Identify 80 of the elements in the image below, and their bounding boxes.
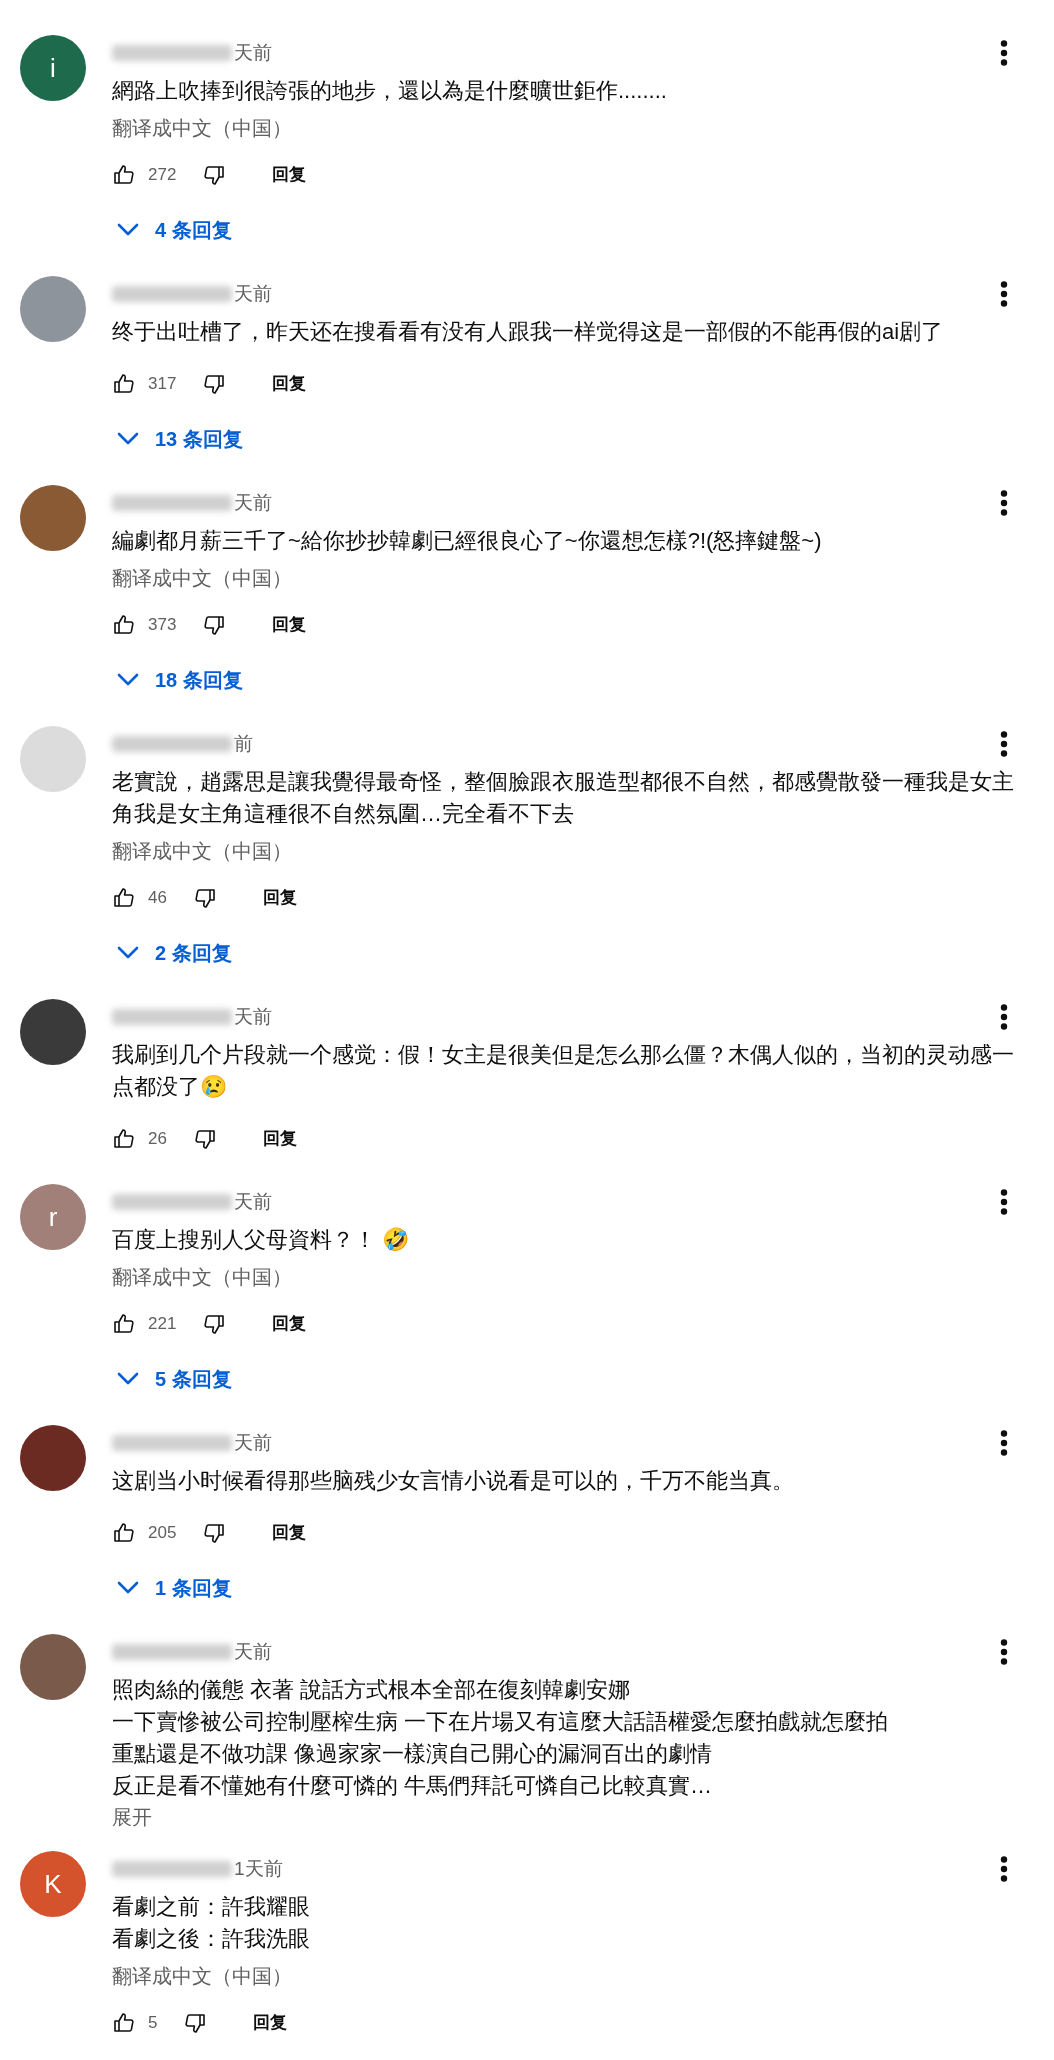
reply-button[interactable]: 回复 (272, 612, 307, 638)
reply-button[interactable]: 回复 (272, 371, 307, 397)
view-replies-button[interactable]: 5 条回复 (112, 1354, 232, 1404)
thumbs-up-icon[interactable] (112, 163, 136, 187)
more-options-icon[interactable] (1000, 40, 1008, 66)
thumbs-up-icon[interactable] (112, 1312, 136, 1336)
thumbs-down-icon[interactable] (202, 163, 227, 187)
like-count: 272 (148, 164, 177, 187)
thumbs-down-icon[interactable] (192, 1127, 217, 1151)
reply-button[interactable]: 回复 (272, 1520, 307, 1546)
comment-text: 編劇都月薪三千了~給你抄抄韓劇已經很良心了~你還想怎樣?!(怒摔鍵盤~) (112, 527, 822, 555)
comment-text: 老實說，趙露思是讓我覺得最奇怪，整個臉跟衣服造型都很不自然，都感覺散發一種我是女主 角我是女主角這種很不自然氛圍…完全看不下去 (112, 768, 1014, 828)
comment-text: 终于出吐槽了，昨天还在搜看看有没有人跟我一样觉得这是一部假的不能再假的ai剧了 (112, 318, 944, 346)
thumbs-down-icon[interactable] (202, 613, 227, 637)
more-options-icon[interactable] (1000, 731, 1008, 757)
more-options-icon[interactable] (1000, 1004, 1008, 1030)
thumbs-up-icon[interactable] (112, 613, 136, 637)
more-options-icon[interactable] (1000, 1430, 1008, 1456)
like-count: 46 (148, 887, 167, 910)
thumbs-up-icon[interactable] (112, 1521, 136, 1545)
avatar[interactable]: K (20, 1851, 86, 1917)
thumbs-up-icon[interactable] (112, 372, 136, 396)
thumbs-up-icon[interactable] (112, 2011, 136, 2035)
view-replies-button[interactable]: 13 条回复 (112, 414, 243, 464)
comment-time: 天前 (234, 40, 272, 65)
view-replies-button[interactable]: 1 条回复 (112, 1563, 232, 1613)
translate-link[interactable]: 翻译成中文（中国） (112, 832, 292, 870)
view-replies-button[interactable]: 18 条回复 (112, 655, 243, 705)
more-options-icon[interactable] (1000, 281, 1008, 307)
like-count: 205 (148, 1522, 177, 1545)
translate-link[interactable]: 翻译成中文（中国） (112, 1957, 292, 1995)
thumbs-up-icon[interactable] (112, 1127, 136, 1151)
show-more-link[interactable]: 展开 (112, 1804, 152, 1830)
more-options-icon[interactable] (1000, 490, 1008, 516)
view-replies-button[interactable]: 2 条回复 (112, 928, 232, 978)
reply-button[interactable]: 回复 (262, 885, 297, 911)
comment-text: 網路上吹捧到很誇張的地步，還以為是什麼曠世鉅作........ (112, 77, 667, 105)
reply-button[interactable]: 回复 (262, 1126, 297, 1152)
like-count: 373 (148, 614, 177, 637)
thumbs-up-icon[interactable] (112, 886, 136, 910)
chevron-down-icon (117, 1372, 139, 1386)
comment-time: 天前 (234, 1639, 272, 1664)
thumbs-down-icon[interactable] (202, 1312, 227, 1336)
comment-text: 看劇之前：許我耀眼 看劇之後：許我洗眼 (112, 1893, 310, 1953)
like-count: 221 (148, 1313, 177, 1336)
reply-button[interactable]: 回复 (272, 1311, 307, 1337)
chevron-down-icon (117, 432, 139, 446)
view-replies-button[interactable]: 4 条回复 (112, 205, 232, 255)
more-options-icon[interactable] (1000, 1856, 1008, 1882)
comment-text: 百度上搜别人父母資料？！ 🤣 (112, 1226, 410, 1254)
translate-link[interactable]: 翻译成中文（中国） (112, 109, 292, 147)
comment-text: 照肉絲的儀態 衣著 說話方式根本全部在復刻韓劇安娜 一下賣慘被公司控制壓榨生病 一下在片場又有這麼大話語權愛怎麼拍戲就怎麼拍 重點還是不做功課 像過家家一樣演自己開心的漏洞百出的劇情 反正是看不懂她有什麼可憐的 牛馬們拜託可憐自己比較真實… (112, 1676, 889, 1800)
more-options-icon[interactable] (1000, 1189, 1008, 1215)
chevron-down-icon (117, 673, 139, 687)
avatar[interactable]: r (20, 1184, 86, 1250)
like-count: 5 (148, 2012, 158, 2035)
like-count: 26 (148, 1128, 167, 1151)
chevron-down-icon (117, 946, 139, 960)
thumbs-down-icon[interactable] (202, 1521, 227, 1545)
thumbs-down-icon[interactable] (183, 2011, 208, 2035)
chevron-down-icon (117, 223, 139, 237)
more-options-icon[interactable] (1000, 1639, 1008, 1665)
thumbs-down-icon[interactable] (192, 886, 217, 910)
comment-time: 天前 (234, 490, 272, 515)
comment-time: 天前 (234, 1189, 272, 1214)
comment-time: 天前 (234, 1004, 272, 1029)
like-count: 317 (148, 373, 177, 396)
thumbs-down-icon[interactable] (202, 372, 227, 396)
comment-time: 天前 (234, 1430, 272, 1455)
translate-link[interactable]: 翻译成中文（中国） (112, 559, 292, 597)
translate-link[interactable]: 翻译成中文（中国） (112, 1258, 292, 1296)
reply-button[interactable]: 回复 (253, 2010, 288, 2036)
comment-time: 1天前 (234, 1856, 283, 1881)
comment-text: 我刷到几个片段就一个感觉：假！女主是很美但是怎么那么僵？木偶人似的，当初的灵动感一 点都没了😢 (112, 1041, 1014, 1101)
chevron-down-icon (117, 1581, 139, 1595)
comment-time: 前 (234, 731, 253, 756)
avatar[interactable]: i (20, 35, 86, 101)
comment-time: 天前 (234, 281, 272, 306)
reply-button[interactable]: 回复 (272, 162, 307, 188)
comment-text: 这剧当小时候看得那些脑残少女言情小说看是可以的，千万不能当真。 (112, 1467, 794, 1495)
